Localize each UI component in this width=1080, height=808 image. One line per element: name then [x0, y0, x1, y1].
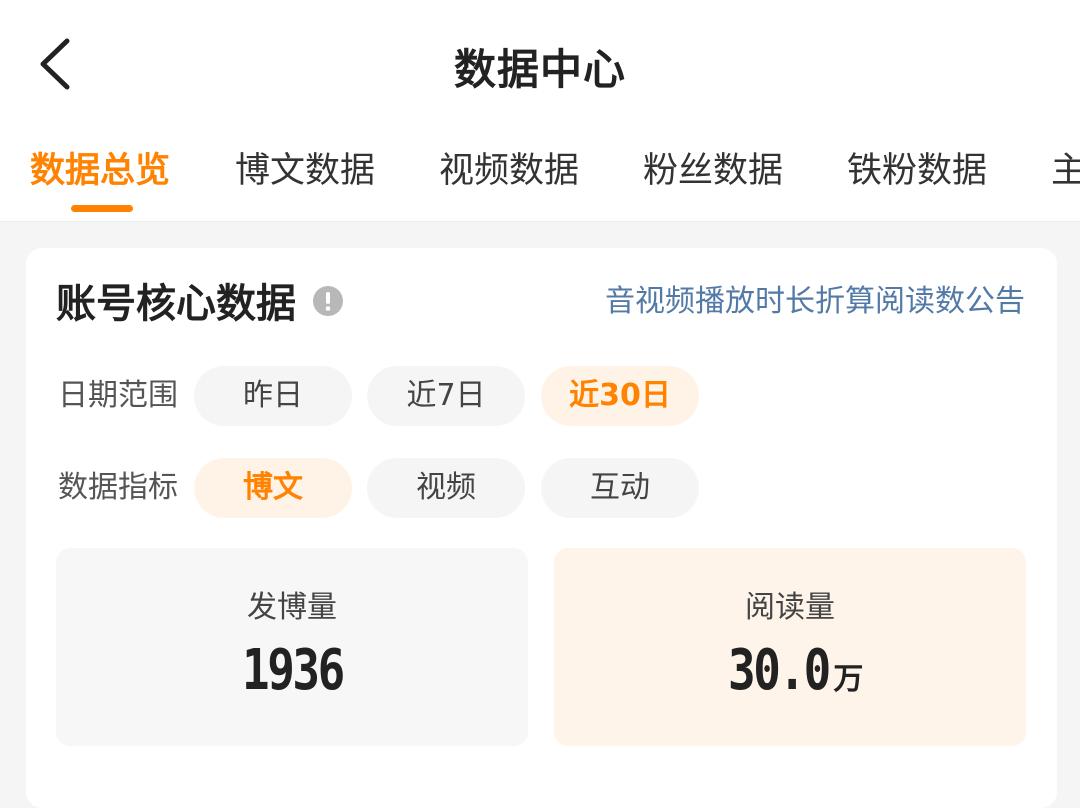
tab-iron-fans-data[interactable]: 铁粉数据	[847, 148, 987, 194]
tab-video-data[interactable]: 视频数据	[439, 148, 579, 194]
tab-overview[interactable]: 数据总览	[30, 148, 170, 194]
stat-value: 30.0	[727, 638, 831, 703]
tab-post-data[interactable]: 博文数据	[235, 148, 375, 194]
page-title: 数据中心	[453, 45, 626, 94]
metric-video-button[interactable]: 视频	[367, 458, 525, 518]
date-range-label: 日期范围	[58, 378, 178, 413]
stat-value-wrap: 30.0 万	[554, 636, 1026, 706]
stat-label: 发博量	[247, 590, 337, 625]
info-icon[interactable]	[313, 286, 343, 316]
core-data-card: 账号核心数据 音视频播放时长折算阅读数公告 日期范围 昨日 近7日 近30日 数…	[26, 248, 1057, 808]
top-bar: 数据中心	[0, 0, 1080, 130]
active-tab-indicator	[71, 205, 133, 212]
stat-label: 阅读量	[745, 590, 835, 625]
stat-value-wrap: 1936	[56, 636, 528, 706]
metric-interaction-button[interactable]: 互动	[541, 458, 699, 518]
metric-post-button[interactable]: 博文	[194, 458, 352, 518]
tab-partial[interactable]: 主	[1051, 148, 1080, 194]
stat-value: 1936	[241, 638, 345, 703]
date-30days-button[interactable]: 近30日	[541, 366, 699, 426]
stat-post-count[interactable]: 发博量 1936	[56, 548, 528, 746]
card-title: 账号核心数据	[56, 281, 296, 327]
stat-unit: 万	[833, 662, 864, 697]
stat-read-count[interactable]: 阅读量 30.0 万	[554, 548, 1026, 746]
metric-label: 数据指标	[58, 470, 178, 505]
tab-bar: 数据总览 博文数据 视频数据 粉丝数据 铁粉数据 主	[0, 130, 1080, 222]
date-yesterday-button[interactable]: 昨日	[194, 366, 352, 426]
date-7days-button[interactable]: 近7日	[367, 366, 525, 426]
exclamation-glyph	[325, 292, 331, 311]
tab-fans-data[interactable]: 粉丝数据	[643, 148, 783, 194]
playback-notice-link[interactable]: 音视频播放时长折算阅读数公告	[605, 282, 1025, 322]
